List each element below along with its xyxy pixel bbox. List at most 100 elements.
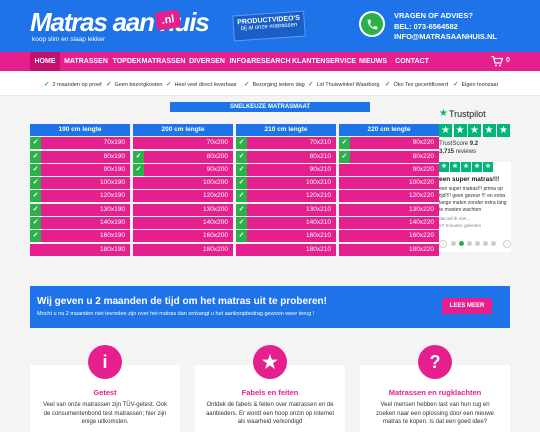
carousel-dot[interactable] (451, 241, 456, 246)
size-option[interactable]: 180x200 (133, 243, 233, 256)
size-option[interactable]: ✓ 130x210 (236, 203, 336, 216)
size-option[interactable]: ✓ 90x200 (133, 163, 233, 176)
size-option[interactable]: ✓ 70x190 (30, 137, 130, 150)
read-more-button[interactable]: LEES MEER (442, 298, 492, 314)
contact-question: VRAGEN OF ADVIES? (394, 11, 473, 20)
size-option[interactable]: ✓ 80x200 (133, 150, 233, 163)
size-option[interactable]: ✓ 140x210 (236, 217, 336, 230)
feature-card-rugklachten[interactable]: ? Matrassen en rugklachten Veel mensen h… (360, 345, 510, 432)
size-option[interactable]: 160x220 (339, 230, 439, 243)
feature-card-getest[interactable]: i Getest Veel van onze matrassen zijn TÜ… (30, 345, 180, 432)
size-label: 70x210 (309, 139, 331, 147)
usp-label: Lid Thuiswinkel Waarborg (316, 82, 380, 88)
size-option[interactable]: ✓ 160x210 (236, 230, 336, 243)
size-label: 90x220 (412, 165, 434, 173)
usp-item: ✓ Geen bezorgkosten (106, 80, 162, 88)
size-option[interactable]: 130x220 (339, 203, 439, 216)
nav-item-nieuws[interactable]: NIEUWS (357, 52, 389, 71)
size-option[interactable]: ✓ 120x210 (236, 190, 336, 203)
size-option[interactable]: 180x220 (339, 243, 439, 256)
check-icon: ✓ (133, 150, 144, 163)
size-option[interactable]: 140x220 (339, 217, 439, 230)
size-option[interactable]: ✓ 90x190 (30, 163, 130, 176)
check-icon: ✓ (30, 217, 41, 230)
carousel-dot[interactable] (475, 241, 480, 246)
trustpilot-widget[interactable]: ★ Trustpilot ★ ★ ★ ★ ★ TrustScore 9.2 3,715 r… (439, 108, 511, 155)
size-option[interactable]: ✓ 90x220 (339, 137, 439, 150)
size-option[interactable]: 130x200 (133, 203, 233, 216)
trustscore-value: 9.2 (469, 141, 479, 147)
trustpilot-star-icon: ★ (439, 108, 448, 119)
card-text: Ontdek de fabels & feiten over matrassen… (205, 402, 335, 425)
nav-item-matrassen[interactable]: MATRASSEN (62, 52, 110, 71)
size-option[interactable]: ✓ 80x190 (30, 150, 130, 163)
nav-item-diversen[interactable]: DIVERSEN (186, 52, 228, 71)
size-option[interactable]: ✓ 80x220 (339, 150, 439, 163)
check-icon: ✓ (106, 81, 112, 88)
size-option[interactable]: 140x200 (133, 217, 233, 230)
usp-item: ✓ 2 maanden op proef (44, 80, 102, 88)
carousel-next-icon[interactable]: › (503, 240, 511, 248)
rating-star-icon: ★ (482, 124, 496, 137)
rating-star-icon: ★ (468, 124, 481, 137)
trustpilot-reviews[interactable]: 3,715 reviews (439, 149, 511, 155)
site-header: Matras aan huis .nl koop slim en slaap l… (0, 0, 540, 52)
reviews-count: 3,715 (439, 149, 455, 155)
carousel-dot[interactable] (491, 241, 496, 246)
contact-phone[interactable]: BEL: 073-6564582 (394, 22, 497, 33)
trustpilot-score: TrustScore 9.2 (439, 141, 511, 147)
nav-item-info-research[interactable]: INFO&RESEARCH (229, 52, 291, 71)
size-option[interactable]: 70x200 (133, 137, 233, 150)
size-option[interactable]: ✓ 70x210 (236, 137, 336, 150)
size-column: 220 cm lengte ✓ 90x220 ✓ 80x220 90x220 100x220… (339, 124, 439, 256)
size-option[interactable]: 120x200 (133, 190, 233, 203)
size-option[interactable]: 100x200 (133, 177, 233, 190)
size-option[interactable]: ✓ 130x190 (30, 203, 130, 216)
size-label: 140x210 (306, 219, 331, 227)
size-option[interactable]: 180x210 (236, 243, 336, 256)
carousel-dot[interactable] (467, 241, 472, 246)
contact-email[interactable]: INFO@MATRASAANHUIS.NL (394, 32, 497, 43)
nav-item-home[interactable]: HOME (30, 52, 60, 71)
size-label: 120x210 (306, 192, 331, 200)
trustpilot-logo: ★ Trustpilot (439, 108, 511, 120)
size-label: 180x200 (203, 245, 228, 253)
carousel-dot[interactable] (483, 241, 488, 246)
site-logo[interactable]: Matras aan huis .nl koop slim en slaap l… (30, 9, 210, 43)
size-option[interactable]: ✓ 160x190 (30, 230, 130, 243)
card-text: Veel van onze matrassen zijn TÜV-getest.… (43, 402, 167, 425)
feature-card-fabels[interactable]: ★ Fabels en feiten Ontdek de fabels & fe… (195, 345, 345, 432)
productvideos-button[interactable]: PRODUCTVIDEO'S bij al onze matrassen (232, 10, 306, 42)
carousel-prev-icon[interactable]: ‹ (439, 240, 447, 248)
usp-label: Eigen toonzaal (461, 82, 498, 88)
size-option[interactable]: 180x190 (30, 243, 130, 256)
nav-item-topdekmatrassen[interactable]: TOPDEKMATRASSEN (112, 52, 186, 71)
check-icon: ✓ (308, 81, 314, 88)
size-option[interactable]: ✓ 90x210 (236, 163, 336, 176)
size-label: 180x190 (100, 245, 125, 253)
size-option[interactable]: ✓ 100x210 (236, 177, 336, 190)
size-option[interactable]: ✓ 100x190 (30, 177, 130, 190)
size-label: 90x190 (103, 165, 125, 173)
review-rating: ★ ★ ★ ★ ★ (439, 162, 493, 172)
review-star-icon: ★ (483, 162, 493, 172)
usp-item: ✓ Öko Tex gecertificeerd (385, 80, 448, 88)
size-option[interactable]: 90x220 (339, 163, 439, 176)
carousel-dot[interactable] (459, 241, 464, 246)
size-label: 140x220 (409, 219, 434, 227)
size-column-heading: 200 cm lengte (133, 124, 233, 136)
size-option[interactable]: 160x200 (133, 230, 233, 243)
size-column: 200 cm lengte 70x200 ✓ 80x200 ✓ 90x200 100x200… (133, 124, 233, 256)
phone-icon[interactable] (359, 11, 385, 37)
size-label: 180x220 (409, 245, 434, 253)
size-option[interactable]: 120x220 (339, 190, 439, 203)
size-option[interactable]: ✓ 140x190 (30, 217, 130, 230)
size-column: 210 cm lengte ✓ 70x210 ✓ 80x210 ✓ 90x210 ✓ 100x2… (236, 124, 336, 256)
cart-button[interactable]: 0 (491, 56, 515, 68)
nav-item-contact[interactable]: CONTACT (393, 52, 431, 71)
size-option[interactable]: ✓ 80x210 (236, 150, 336, 163)
size-option[interactable]: 100x220 (339, 177, 439, 190)
nav-item-klantenservice[interactable]: KLANTENSERVICE (292, 52, 356, 71)
trustpilot-review-card[interactable]: ★ ★ ★ ★ ★ een super matras!!! een super matr… (439, 162, 511, 252)
size-option[interactable]: ✓ 120x190 (30, 190, 130, 203)
